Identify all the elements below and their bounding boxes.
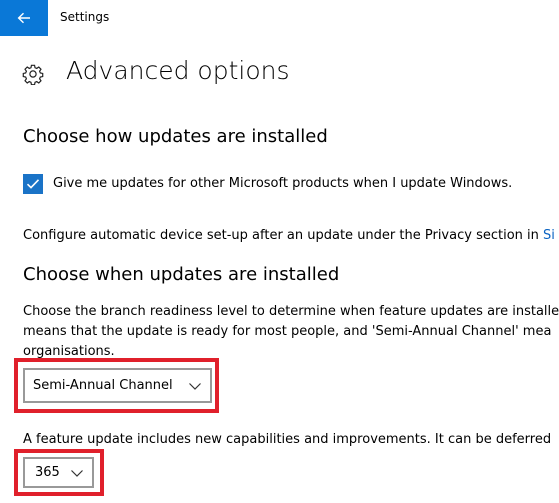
install-section-heading: Choose how updates are installed — [23, 126, 328, 147]
back-button[interactable] — [0, 0, 48, 36]
privacy-text-body: Configure automatic device set-up after … — [23, 228, 543, 243]
window-title: Settings — [60, 10, 110, 24]
other-products-checkbox[interactable] — [23, 174, 43, 194]
other-products-label[interactable]: Give me updates for other Microsoft prod… — [53, 176, 512, 191]
feature-defer-days-value: 365 — [35, 465, 60, 480]
back-arrow-icon — [17, 12, 30, 24]
checkmark-icon — [26, 179, 40, 189]
settings-window: Settings Advanced options Choose how upd… — [0, 0, 559, 503]
branch-readiness-value: Semi-Annual Channel — [33, 378, 173, 393]
when-section-heading: Choose when updates are installed — [23, 264, 340, 285]
chevron-down-icon — [189, 383, 201, 390]
page-title: Advanced options — [66, 56, 290, 85]
branch-description-line3: organisations. — [23, 344, 115, 359]
branch-description-line2: means that the update is ready for most … — [23, 324, 552, 339]
feature-defer-days-select[interactable]: 365 — [23, 457, 94, 488]
branch-readiness-select[interactable]: Semi-Annual Channel — [23, 368, 212, 403]
feature-update-text: A feature update includes new capabiliti… — [23, 432, 552, 447]
branch-description-line1: Choose the branch readiness level to det… — [23, 304, 559, 319]
chevron-down-icon — [71, 470, 83, 477]
privacy-text: Configure automatic device set-up after … — [23, 228, 555, 243]
title-bar: Settings — [0, 0, 559, 36]
privacy-settings-link[interactable]: Si — [543, 228, 555, 243]
gear-icon — [22, 64, 44, 85]
